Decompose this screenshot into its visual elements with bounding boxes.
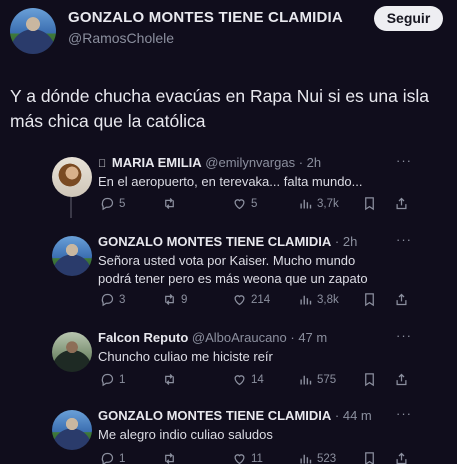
reply-actions: 1 11 523 — [100, 451, 420, 464]
share-icon — [396, 293, 407, 306]
share-action[interactable] — [394, 292, 409, 307]
reply-text: Señora usted vota por Kaiser. Mucho mund… — [98, 253, 368, 286]
heart-icon — [234, 375, 245, 386]
heart-icon — [234, 199, 245, 210]
like-action[interactable]: 214 — [232, 292, 270, 307]
thread-line — [70, 196, 72, 218]
like-count: 11 — [251, 452, 263, 464]
bookmark-action[interactable] — [362, 372, 377, 387]
apple-icon:  — [98, 158, 106, 170]
reply-action[interactable]: 3 — [100, 292, 125, 307]
views-action[interactable]: 575 — [298, 372, 336, 387]
like-action[interactable]: 14 — [232, 372, 264, 387]
author-handle[interactable]: @RamosCholele — [68, 30, 174, 46]
avatar[interactable] — [52, 410, 92, 450]
more-options-icon[interactable]: ··· — [396, 232, 412, 247]
bookmark-action[interactable] — [362, 292, 377, 307]
share-icon — [396, 197, 407, 210]
reply-author-name[interactable]: GONZALO MONTES TIENE CLAMIDIA — [98, 234, 331, 249]
reply-handle-time[interactable]: @AlboAraucano · 47 m — [192, 330, 327, 345]
view-count: 523 — [317, 452, 337, 464]
profile-header: GONZALO MONTES TIENE CLAMIDIA @RamosChol… — [0, 0, 457, 60]
bookmark-action[interactable] — [362, 451, 377, 464]
view-count: 575 — [317, 373, 337, 386]
retweet-icon — [165, 294, 174, 305]
like-count: 214 — [251, 293, 271, 306]
reply-icon — [101, 373, 114, 387]
retweet-action[interactable] — [162, 372, 181, 387]
views-icon — [300, 454, 312, 464]
share-action[interactable] — [394, 372, 409, 387]
reply-text: Me alegro indio culiao saludos — [98, 427, 273, 442]
avatar[interactable] — [52, 332, 92, 372]
share-icon — [396, 373, 407, 386]
retweet-icon — [165, 198, 174, 209]
reply-count: 3 — [119, 293, 126, 306]
reply-actions: 3 9 214 3,8k — [100, 292, 420, 310]
bookmark-icon — [365, 373, 374, 387]
reply-icon — [101, 197, 114, 211]
view-count: 3,7k — [317, 197, 339, 210]
retweet-action[interactable]: 9 — [162, 292, 187, 307]
retweet-action[interactable] — [162, 451, 181, 464]
like-action[interactable]: 11 — [232, 451, 263, 464]
reply-handle-time[interactable]: · 2h — [331, 234, 357, 249]
reply-icon — [101, 452, 114, 464]
reply-icon — [101, 293, 114, 307]
follow-button[interactable]: Seguir — [374, 6, 443, 31]
avatar[interactable] — [10, 8, 56, 54]
reply-text: Chuncho culiao me hiciste reír — [98, 349, 273, 364]
bookmark-icon — [365, 197, 374, 211]
views-icon — [300, 295, 312, 305]
views-icon — [300, 199, 312, 209]
reply-action[interactable]: 5 — [100, 196, 125, 211]
heart-icon — [234, 295, 245, 306]
avatar[interactable] — [52, 157, 92, 197]
bookmark-icon — [365, 452, 374, 464]
reply-author-name[interactable]: Falcon Reputo — [98, 330, 188, 345]
share-action[interactable] — [394, 196, 409, 211]
reply-count: 1 — [119, 452, 126, 464]
tweet-text: Y a dónde chucha evacúas en Rapa Nui si … — [10, 86, 429, 131]
more-options-icon[interactable]: ··· — [396, 153, 412, 168]
like-count: 5 — [251, 197, 258, 210]
reply-count: 1 — [119, 373, 126, 386]
bookmark-icon — [365, 293, 374, 307]
share-action[interactable] — [394, 451, 409, 464]
reply-author-name[interactable]: GONZALO MONTES TIENE CLAMIDIA — [98, 408, 331, 423]
reply-action[interactable]: 1 — [100, 451, 125, 464]
retweet-icon — [165, 453, 174, 464]
view-count: 3,8k — [317, 293, 339, 306]
bookmark-action[interactable] — [362, 196, 377, 211]
author-name[interactable]: GONZALO MONTES TIENE CLAMIDIA — [68, 9, 343, 26]
more-options-icon[interactable]: ··· — [396, 406, 412, 421]
share-icon — [396, 452, 407, 464]
reply-actions: 5 5 3,7k — [100, 196, 420, 214]
reply-handle-time[interactable]: @emilynvargas · 2h — [205, 155, 321, 170]
reply-author-name[interactable]: MARIA EMILIA — [112, 155, 202, 170]
like-action[interactable]: 5 — [232, 196, 257, 211]
like-count: 14 — [251, 373, 264, 386]
reply-handle-time[interactable]: · 44 m — [331, 408, 372, 423]
retweet-icon — [165, 374, 174, 385]
more-options-icon[interactable]: ··· — [396, 328, 412, 343]
views-icon — [300, 375, 312, 385]
reply-text: En el aeropuerto, en terevaka... falta m… — [98, 174, 363, 189]
avatar[interactable] — [52, 236, 92, 276]
retweet-action[interactable] — [162, 196, 181, 211]
views-action[interactable]: 3,8k — [298, 292, 339, 307]
reply-action[interactable]: 1 — [100, 372, 125, 387]
reply-count: 5 — [119, 197, 126, 210]
views-action[interactable]: 523 — [298, 451, 336, 464]
retweet-count: 9 — [181, 293, 188, 306]
heart-icon — [234, 454, 245, 464]
views-action[interactable]: 3,7k — [298, 196, 339, 211]
reply-actions: 1 14 575 — [100, 372, 420, 390]
